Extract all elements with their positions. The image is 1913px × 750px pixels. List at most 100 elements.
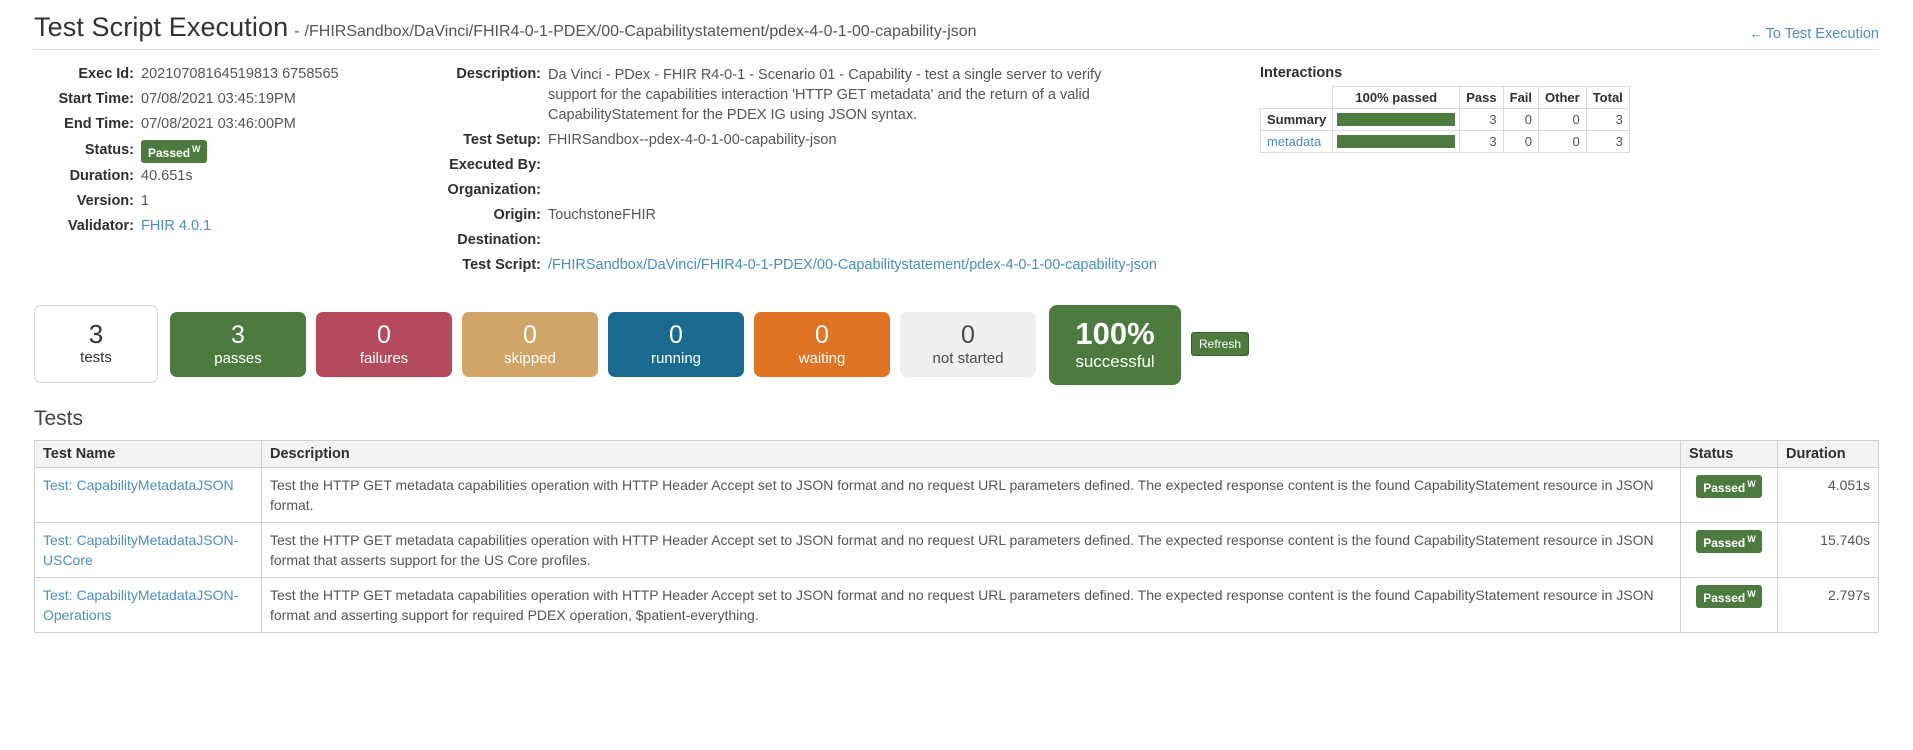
tile-tests-label: tests xyxy=(80,349,112,366)
duration-value: 40.651s xyxy=(141,168,193,184)
status-value: Passed W xyxy=(141,140,207,163)
interactions-progress-cell xyxy=(1332,108,1461,131)
status-label: Status: xyxy=(84,142,134,158)
interactions-col-total: Total xyxy=(1585,86,1630,109)
tile-skipped[interactable]: 0 skipped xyxy=(462,312,598,377)
status-badge: Passed W xyxy=(1696,585,1762,608)
tile-failures-count: 0 xyxy=(377,320,391,349)
interactions-progress-cell xyxy=(1332,130,1461,153)
interactions-panel: Interactions 100% passed Pass Fail Other… xyxy=(1216,65,1879,281)
page-root: Test Script Execution - /FHIRSandbox/DaV… xyxy=(0,0,1913,633)
exec-id-value: 20210708164519813 6758565 xyxy=(141,66,339,82)
version-value: 1 xyxy=(141,193,150,209)
description-label: Description: xyxy=(456,66,541,82)
end-time-label: End Time: xyxy=(64,116,134,132)
tests-col-duration[interactable]: Duration xyxy=(1777,440,1879,468)
tests-col-description[interactable]: Description xyxy=(261,440,1681,468)
tests-col-status[interactable]: Status xyxy=(1680,440,1778,468)
test-status-cell: Passed W xyxy=(1680,577,1778,633)
test-name-link[interactable]: Test: CapabilityMetadataJSON-Operations xyxy=(43,587,238,623)
status-badge: Passed W xyxy=(141,140,207,163)
test-description-cell: Test the HTTP GET metadata capabilities … xyxy=(261,522,1681,578)
destination-label: Destination: xyxy=(457,232,541,248)
status-badge-text: Passed xyxy=(1703,481,1746,495)
tile-running-label: running xyxy=(650,349,702,367)
field-test-script: Test Script: /FHIRSandbox/DaVinci/FHIR4-… xyxy=(436,256,1216,275)
tile-running[interactable]: 0 running xyxy=(608,312,744,377)
interactions-other-value: 0 xyxy=(1538,108,1587,131)
test-name-cell: Test: CapabilityMetadataJSON-USCore xyxy=(34,522,262,578)
test-duration-cell: 15.740s xyxy=(1777,522,1879,578)
field-test-setup: Test Setup: FHIRSandbox--pdex-4-0-1-00-c… xyxy=(436,131,1216,150)
interactions-col-pass: Pass xyxy=(1459,86,1504,109)
tile-waiting-label: waiting xyxy=(798,349,846,367)
test-description-cell: Test the HTTP GET metadata capabilities … xyxy=(261,577,1681,633)
test-name-link[interactable]: Test: CapabilityMetadataJSON xyxy=(43,477,234,493)
table-row: Test: CapabilityMetadataJSON-USCore Test… xyxy=(34,522,1879,578)
tile-failures[interactable]: 0 failures xyxy=(316,312,452,377)
executed-by-label: Executed By: xyxy=(449,157,541,173)
organization-label: Organization: xyxy=(447,182,541,198)
to-test-execution-link[interactable]: ← To Test Execution xyxy=(1750,26,1879,42)
field-validator: Validator: FHIR 4.0.1 xyxy=(34,217,402,236)
interactions-fail-value: 0 xyxy=(1502,108,1540,131)
test-script-label: Test Script: xyxy=(462,257,541,273)
interactions-col-percent: 100% passed xyxy=(1332,86,1461,109)
test-name-cell: Test: CapabilityMetadataJSON-Operations xyxy=(34,577,262,633)
status-badge: Passed W xyxy=(1696,475,1762,498)
status-badge-text: Passed xyxy=(1703,591,1746,605)
interactions-other-value: 0 xyxy=(1538,130,1587,153)
status-badge-sup: W xyxy=(1747,479,1756,489)
execution-details: Exec Id: 20210708164519813 6758565 Start… xyxy=(34,50,1879,281)
test-status-cell: Passed W xyxy=(1680,467,1778,523)
tile-failures-label: failures xyxy=(359,349,409,367)
tile-passes[interactable]: 3 passes xyxy=(170,312,306,377)
interactions-row-label-metadata[interactable]: metadata xyxy=(1259,130,1334,153)
duration-label: Duration: xyxy=(69,168,134,184)
table-row: Test: CapabilityMetadataJSON Test the HT… xyxy=(34,467,1879,523)
field-description: Description: Da Vinci - PDex - FHIR R4-0… xyxy=(436,65,1216,125)
interactions-title: Interactions xyxy=(1260,65,1343,81)
test-setup-label: Test Setup: xyxy=(463,132,541,148)
test-status-cell: Passed W xyxy=(1680,522,1778,578)
exec-id-label: Exec Id: xyxy=(78,66,134,82)
interactions-total-value: 3 xyxy=(1585,108,1630,131)
origin-label: Origin: xyxy=(493,207,541,223)
status-badge-sup: W xyxy=(192,144,201,154)
success-label: successful xyxy=(1075,352,1155,371)
tile-not-started-count: 0 xyxy=(961,320,975,349)
tests-table: Test Name Description Status Duration Te… xyxy=(34,440,1879,633)
test-name-link[interactable]: Test: CapabilityMetadataJSON-USCore xyxy=(43,532,238,568)
progress-bar-fill xyxy=(1337,113,1456,126)
tile-waiting[interactable]: 0 waiting xyxy=(754,312,890,377)
interactions-pass-value: 3 xyxy=(1459,130,1504,153)
table-row: Summary 3 0 0 3 xyxy=(1259,108,1630,131)
tests-col-name[interactable]: Test Name xyxy=(34,440,262,468)
description-value: Da Vinci - PDex - FHIR R4-0-1 - Scenario… xyxy=(548,67,1102,123)
test-duration-cell: 2.797s xyxy=(1777,577,1879,633)
refresh-button[interactable]: Refresh xyxy=(1191,332,1250,356)
field-duration: Duration: 40.651s xyxy=(34,167,402,186)
test-script-value[interactable]: /FHIRSandbox/DaVinci/FHIR4-0-1-PDEX/00-C… xyxy=(548,256,1157,275)
field-status: Status: Passed W xyxy=(34,140,402,163)
validator-value[interactable]: FHIR 4.0.1 xyxy=(141,217,211,236)
progress-bar-fill xyxy=(1337,135,1456,148)
table-row: metadata 3 0 0 3 xyxy=(1259,130,1630,153)
tile-passes-label: passes xyxy=(214,349,262,367)
start-time-label: Start Time: xyxy=(58,91,134,107)
status-badge-text: Passed xyxy=(148,146,191,160)
end-time-value: 07/08/2021 03:46:00PM xyxy=(141,116,296,132)
tile-waiting-count: 0 xyxy=(815,320,829,349)
interactions-total-value: 3 xyxy=(1585,130,1630,153)
interactions-fail-value: 0 xyxy=(1502,130,1540,153)
tests-header-row: Test Name Description Status Duration xyxy=(34,440,1879,468)
tile-tests-count: 3 xyxy=(88,319,104,349)
start-time-value: 07/08/2021 03:45:19PM xyxy=(141,91,296,107)
tile-success-rate: 100% successful xyxy=(1049,305,1181,385)
test-name-cell: Test: CapabilityMetadataJSON xyxy=(34,467,262,523)
origin-value: TouchstoneFHIR xyxy=(548,207,656,223)
tile-skipped-count: 0 xyxy=(523,320,537,349)
interactions-table: 100% passed Pass Fail Other Total Summar… xyxy=(1259,86,1630,153)
tile-tests: 3 tests xyxy=(34,305,158,383)
tile-not-started[interactable]: 0 not started xyxy=(900,312,1036,377)
